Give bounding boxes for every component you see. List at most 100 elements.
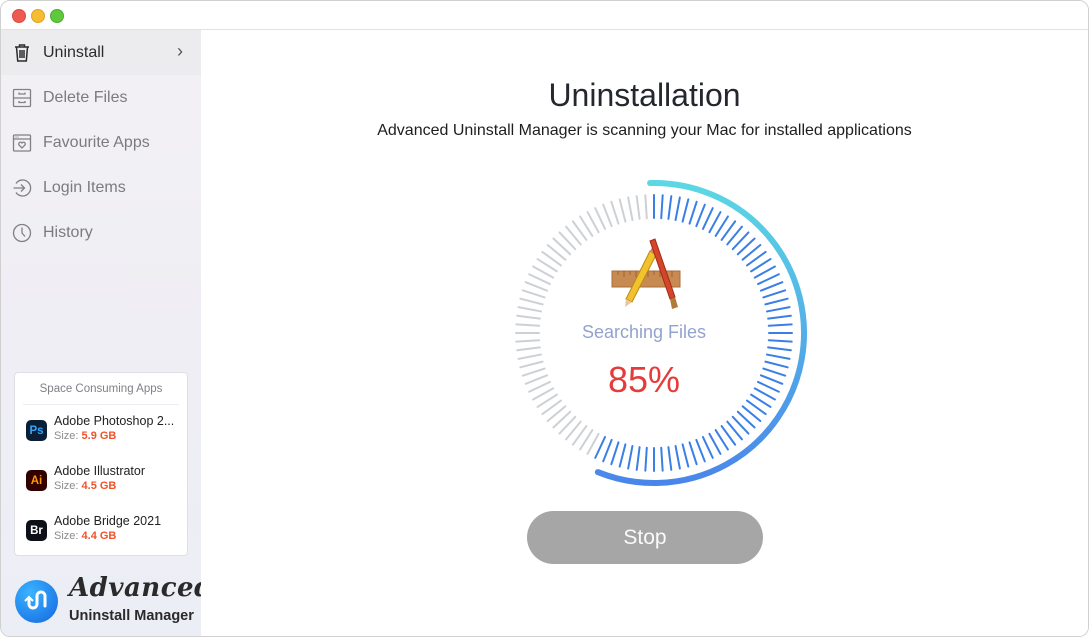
progress-tick-active [667,195,673,220]
brand-name-sub: Uninstall Manager [69,608,194,624]
close-window-button[interactable] [12,9,26,23]
progress-tick-active [759,281,784,292]
progress-tick [516,314,541,320]
app-name: Adobe Photoshop 2... [54,414,175,428]
progress-tick-active [688,200,698,225]
progress-tick-active [765,306,791,313]
progress-tick-active [701,436,714,459]
trash-icon [11,42,33,64]
progress-tick [610,200,620,225]
progress-tick-active [764,360,789,369]
chevron-right-icon: › [177,41,183,61]
progress-tick-active [594,436,607,459]
progress-tick-active [767,323,793,327]
bridge-icon: Br [26,520,47,541]
illustrator-icon: Ai [26,470,47,491]
progress-tick-active [681,198,690,223]
file-cabinet-icon [11,87,33,109]
app-name: Adobe Illustrator [54,464,146,478]
app-name: Adobe Bridge 2021 [54,514,162,528]
progress-tick-active [764,297,789,306]
sidebar-item-label: History [43,223,93,241]
login-arrow-icon [11,177,33,199]
sidebar-item-login-items[interactable]: Login Items [1,165,201,210]
progress-tick-active [765,353,791,360]
sidebar-item-label: Delete Files [43,88,128,106]
main-content: Uninstallation Advanced Uninstall Manage… [201,30,1088,636]
stop-button[interactable]: Stop [527,511,763,564]
sidebar-item-history[interactable]: History [1,210,201,255]
app-size: Size: 4.5 GB [54,480,116,492]
heart-window-icon [11,132,33,154]
photoshop-icon: Ps [26,420,47,441]
size-label: Size: [54,530,79,542]
progress-tick-active [688,441,698,466]
app-window: Uninstall › Delete Files Favourite Apps … [0,0,1089,637]
title-bar [1,1,1088,30]
progress-tick-active [667,446,673,471]
progress-tick [519,360,544,369]
sidebar: Uninstall › Delete Files Favourite Apps … [1,30,212,636]
clock-icon [11,222,33,244]
progress-tick [635,195,641,220]
progress-tick [521,367,546,377]
progress-tick-active [674,444,681,470]
brand-logo-icon [15,580,58,623]
progress-tick-active [627,444,634,470]
card-title: Space Consuming Apps [23,373,179,405]
size-label: Size: [54,430,79,442]
progress-tick-active [762,367,787,377]
progress-tick-active [757,273,780,286]
progress-tick [515,339,541,343]
progress-tick-active [762,289,787,299]
sidebar-item-favourite-apps[interactable]: Favourite Apps [1,120,201,165]
progress-tick [524,281,549,292]
progress-tick [528,273,551,286]
progress-tick-active [618,443,627,468]
progress-tick-active [602,438,613,463]
progress-tick-active [767,346,792,352]
app-list-item[interactable]: Ai Adobe Illustrator Size: 4.5 GB [26,464,186,498]
progress-tick-active [759,374,784,385]
app-list-item[interactable]: Br Adobe Bridge 2021 Size: 4.4 GB [26,514,186,548]
progress-tick [594,207,607,230]
progress-tick-active [644,446,648,472]
size-value: 5.9 GB [81,430,117,442]
progress-tick-active [701,207,714,230]
progress-tick-active [660,446,664,472]
progress-tick [516,346,541,352]
progress-tick [644,194,648,220]
sidebar-item-label: Favourite Apps [43,133,150,151]
progress-tick-active [674,196,681,222]
app-list-item[interactable]: Ps Adobe Photoshop 2... Size: 5.9 GB [26,414,186,448]
app-size: Size: 4.4 GB [54,530,116,542]
app-store-tools-icon [606,235,686,315]
progress-tick [627,196,634,222]
progress-tick-active [681,443,690,468]
sidebar-item-label: Login Items [43,178,126,196]
space-consuming-apps-card: Space Consuming Apps Ps Adobe Photoshop … [14,372,188,556]
app-size: Size: 5.9 GB [54,430,116,442]
brand-name-script: Advanced [69,573,213,603]
sidebar-item-label: Uninstall [43,43,105,61]
progress-tick [517,353,543,360]
progress-tick-active [695,438,706,463]
progress-percent: 85% [607,359,681,400]
page-subtitle: Advanced Uninstall Manager is scanning y… [377,122,912,139]
sidebar-item-delete-files[interactable]: Delete Files [1,75,201,120]
progress-tick [517,306,543,313]
minimize-window-button[interactable] [31,9,45,23]
progress-tick [515,323,541,327]
progress-tick-active [610,441,620,466]
zoom-window-button[interactable] [50,9,64,23]
progress-tick-active [635,446,641,471]
progress-tick [618,198,627,223]
sidebar-item-uninstall[interactable]: Uninstall › [1,30,201,75]
progress-tick-active [767,314,792,320]
size-label: Size: [54,480,79,492]
progress-tick [519,297,544,306]
progress-tick-active [757,380,780,393]
progress-tick [602,203,613,228]
progress-tick-active [660,194,664,220]
progress-tick-active [767,339,793,343]
